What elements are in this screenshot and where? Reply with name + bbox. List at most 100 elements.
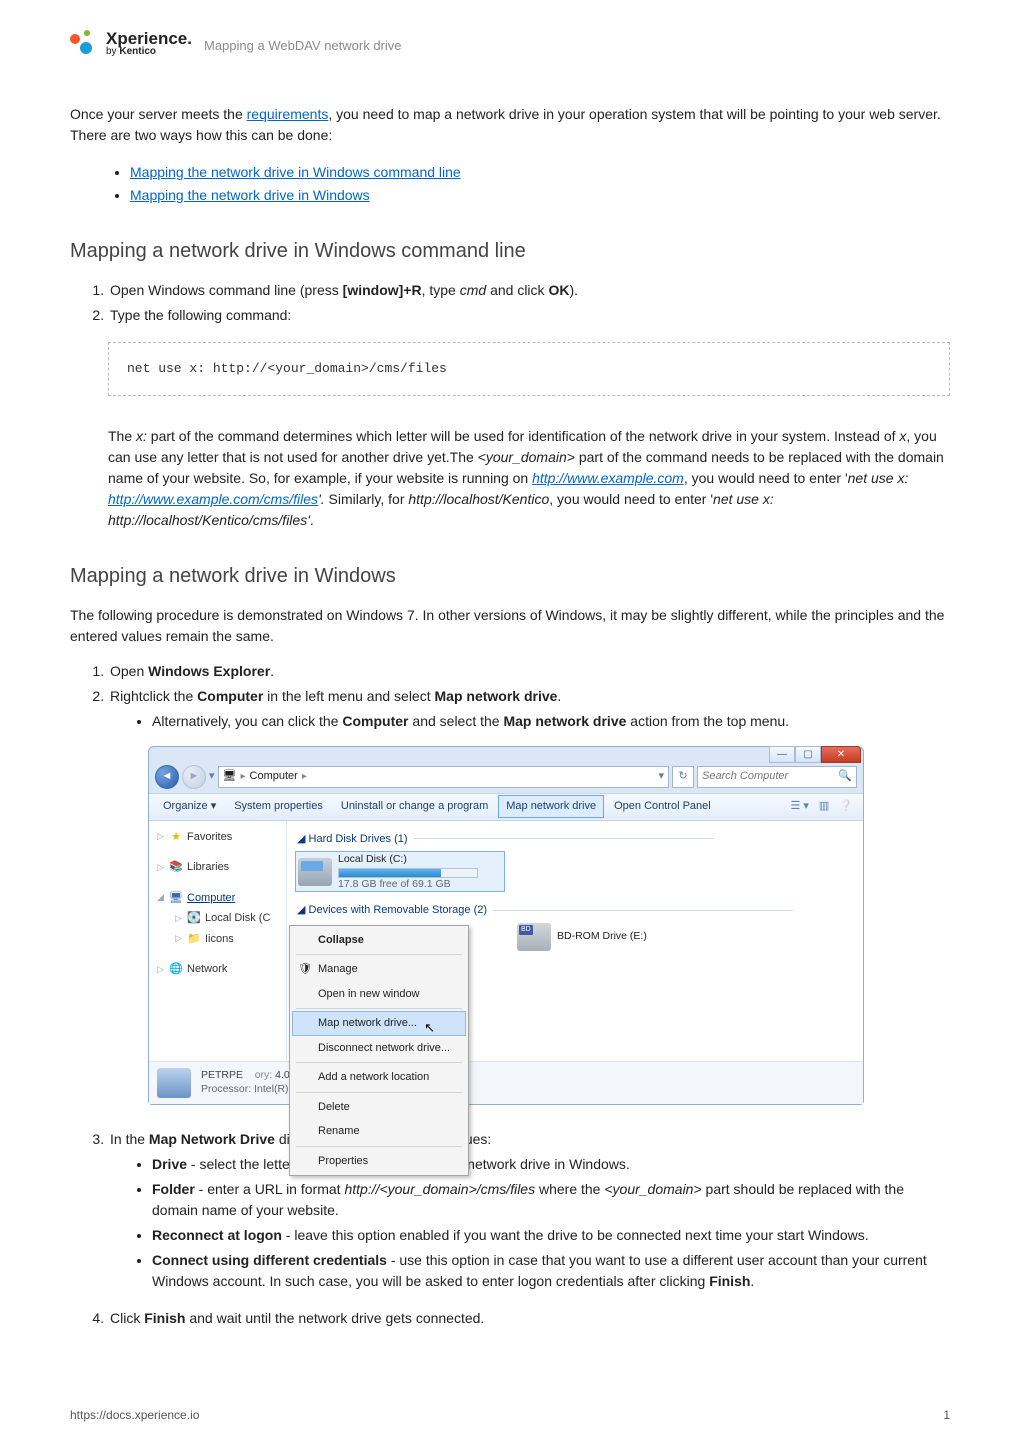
field-drive-title: Drive [152,1156,187,1172]
ctx-rename[interactable]: Rename [292,1119,466,1144]
status-computer-name: PETRPE [201,1069,243,1081]
toc-link-command-line[interactable]: Mapping the network drive in Windows com… [130,164,461,180]
group-removable: ◢ Devices with Removable Storage (2) [297,902,855,919]
expl-g: Similarly, for [329,491,409,507]
libraries-icon: 📚 [169,860,183,874]
address-bar[interactable]: 🖥 ▸ Computer ▸ ▾ [218,766,669,788]
sidebar-item-computer[interactable]: ◢🖥Computer [157,888,282,909]
breadcrumb: Mapping a WebDAV network drive [204,36,402,56]
ctx-open-new-window[interactable]: Open in new window [292,982,466,1007]
field-reconnect-desc: - leave this option enabled if you want … [282,1227,869,1243]
ctx-delete[interactable]: Delete [292,1095,466,1120]
footer-page-number: 1 [943,1406,950,1424]
brand-tag-bold: Kentico [119,46,156,57]
win7-titlebar: — ▢ ✕ [149,747,863,761]
section-title-windows: Mapping a network drive in Windows [70,561,950,591]
toolbar-control-panel[interactable]: Open Control Panel [606,795,719,818]
network-icon: 🌐 [169,962,183,976]
refresh-button[interactable]: ↻ [672,766,694,788]
s2s1-b: Windows Explorer [148,663,270,679]
step-map-dialog: In the Map Network Drive dialog, adjust … [108,1129,950,1292]
preview-pane-icon[interactable]: ▥ [815,796,833,817]
field-folder-title: Folder [152,1181,195,1197]
field-reconnect-title: Reconnect at logon [152,1227,282,1243]
sidebar-item-network[interactable]: ▷🌐Network [157,959,282,980]
drive-bdrom[interactable]: BD-ROM Drive (E:) [515,921,725,953]
s2s1-c: . [270,663,274,679]
folder-icon: 📁 [187,932,201,946]
libraries-label: Libraries [187,859,229,876]
drive-local-disk-c[interactable]: Local Disk (C:) 17.8 GB free of 69.1 GB [295,851,505,892]
expl-h: , you would need to enter ' [549,491,713,507]
intro-paragraph: Once your server meets the requirements,… [70,104,950,146]
step1-text-d: ). [569,282,578,298]
removable-group-label: Devices with Removable Storage (2) [309,904,488,916]
step3-fields-list: Drive - select the letter that will be a… [152,1154,950,1292]
s2alt-b: Computer [342,713,408,729]
expl-e: , you would need to enter ' [684,470,848,486]
expl-f: '. [318,491,328,507]
icons-label: Iicons [205,931,234,948]
ctx-map-network-drive[interactable]: Map network drive... ↖ [292,1011,466,1036]
ctx-add-network-location[interactable]: Add a network location [292,1065,466,1090]
expl-x: x: [136,428,147,444]
expl-a: The [108,428,136,444]
help-icon[interactable]: ❔ [835,796,857,817]
toolbar-map-network-drive[interactable]: Map network drive [498,795,604,818]
requirements-link[interactable]: requirements [247,106,329,122]
shield-icon: 🛡 [298,961,312,975]
view-options-icon[interactable]: ☰ ▾ [786,796,812,817]
toolbar-uninstall[interactable]: Uninstall or change a program [333,795,496,818]
s2s2-c: in the left menu and select [263,688,434,704]
ctx-disconnect-drive[interactable]: Disconnect network drive... [292,1036,466,1061]
page-footer: https://docs.xperience.io 1 [70,1406,950,1424]
computer-label: Computer [187,890,235,907]
step1-key: [window]+R [343,282,422,298]
group-hdd: ◢ Hard Disk Drives (1) [297,831,855,848]
footer-url: https://docs.xperience.io [70,1406,199,1424]
ctx-collapse[interactable]: Collapse [292,928,466,953]
computer-icon: 🖥 [223,768,237,785]
toolbar-organize[interactable]: Organize ▾ [155,795,224,818]
brand-name: Xperience. [106,30,192,47]
minimize-button[interactable]: — [769,746,795,763]
s2s2-d: Map network drive [435,688,558,704]
nav-back-button[interactable]: ◄ [155,765,179,789]
field-folder-url: http://<your_domain>/cms/files [344,1181,535,1197]
step-rightclick-computer: Rightclick the Computer in the left menu… [108,686,950,1105]
s2s2-a: Rightclick the [110,688,197,704]
nav-forward-button[interactable]: ► [182,765,206,789]
drive-icon [298,858,332,886]
section-title-command-line: Mapping a network drive in Windows comma… [70,236,950,266]
sidebar-item-local-disk[interactable]: ▷💽Local Disk (C [175,908,282,929]
sidebar-item-icons[interactable]: ▷📁Iicons [175,929,282,950]
s2s3-b: Map Network Drive [149,1131,275,1147]
example-cmd-url-link[interactable]: http://www.example.com/cms/files [108,491,318,507]
addr-dropdown-icon[interactable]: ▾ [658,768,664,785]
ctx-map-label: Map network drive... [318,1017,417,1029]
nav-history-dropdown[interactable]: ▾ [209,768,215,785]
toc-list: Mapping the network drive in Windows com… [130,162,950,206]
favorites-label: Favorites [187,829,232,846]
toc-link-windows[interactable]: Mapping the network drive in Windows [130,187,370,203]
example-url-link[interactable]: http://www.example.com [532,470,684,486]
s2s2-e: . [557,688,561,704]
expl-i: . [310,512,314,528]
field-cred-d2: . [750,1273,754,1289]
expl-url1: http://www.example.com [532,470,684,486]
intro-text-pre: Once your server meets the [70,106,247,122]
toolbar-system-properties[interactable]: System properties [226,795,331,818]
maximize-button[interactable]: ▢ [795,746,821,763]
addr-computer-label: Computer [250,768,298,785]
sidebar-nav: ▷★Favorites ▷📚Libraries ◢🖥Computer ▷💽Loc… [149,821,287,1061]
ctx-properties[interactable]: Properties [292,1149,466,1174]
ctx-manage[interactable]: 🛡 Manage [292,957,466,982]
sidebar-item-libraries[interactable]: ▷📚Libraries [157,857,282,878]
close-button[interactable]: ✕ [821,746,861,763]
sidebar-item-favorites[interactable]: ▷★Favorites [157,827,282,848]
step1-cmd: cmd [460,282,486,298]
search-input[interactable]: Search Computer 🔍 [697,766,857,788]
step2-alt-list: Alternatively, you can click the Compute… [152,711,950,732]
expl-url2: http://www.example.com/cms/files [108,491,318,507]
ctx-manage-label: Manage [318,963,358,975]
